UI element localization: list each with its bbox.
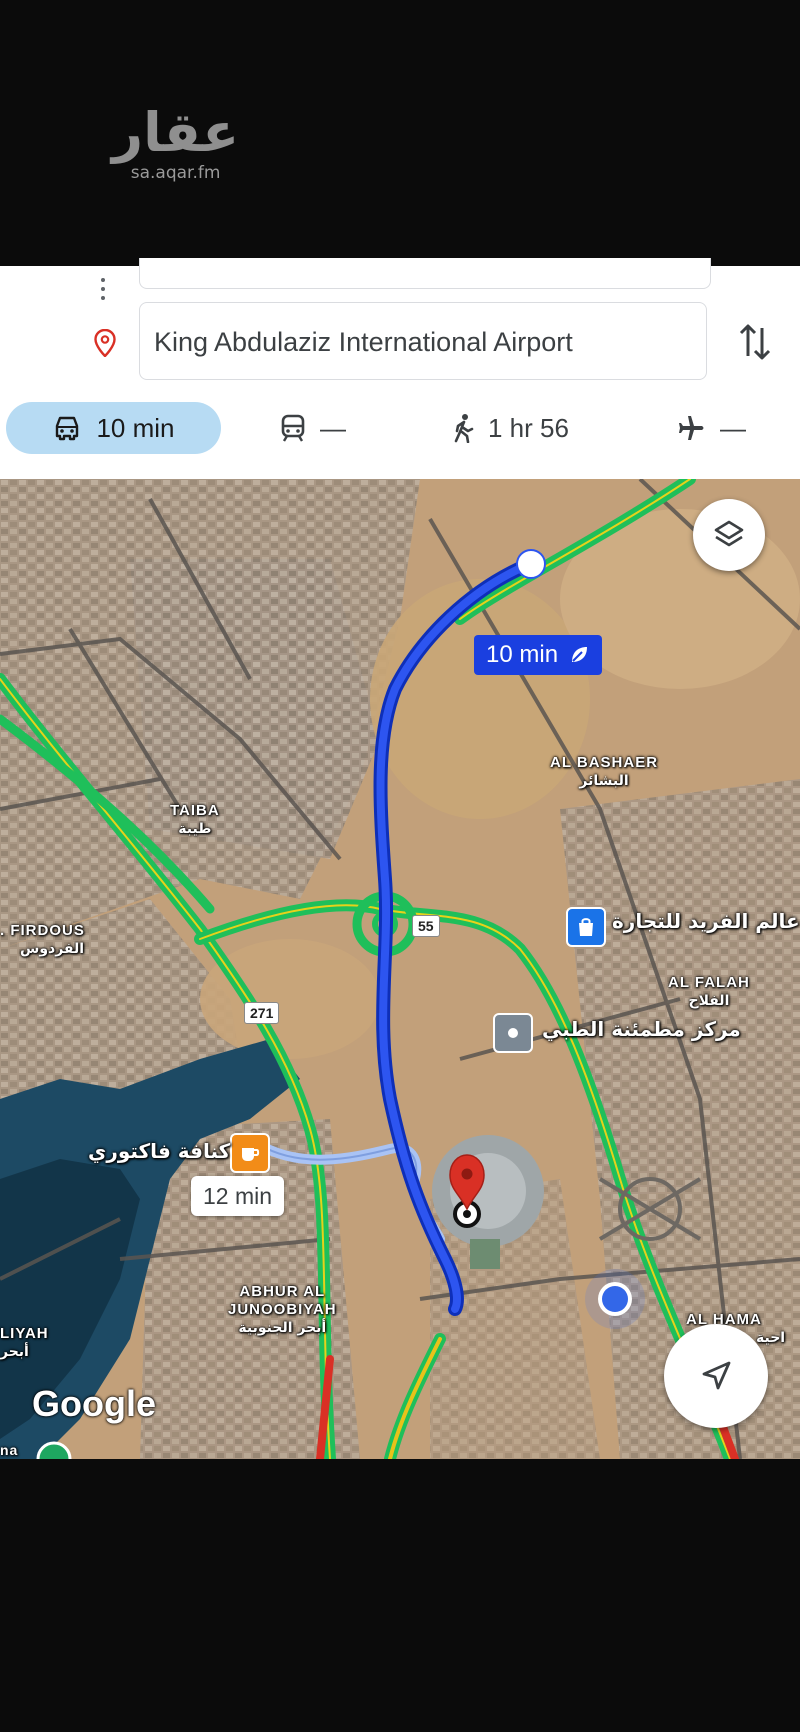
label-liyah-en: LIYAH xyxy=(0,1325,49,1342)
route-time-text: 10 min xyxy=(486,641,559,668)
label-al-falah-en: AL FALAH xyxy=(668,974,750,991)
dot-icon xyxy=(508,1028,518,1038)
aqar-watermark: عقار sa.aqar.fm xyxy=(112,101,240,184)
top-black-band: عقار sa.aqar.fm xyxy=(0,0,800,266)
label-al-bashaer-en: AL BASHAER xyxy=(550,754,659,771)
label-liyah: LIYAH أبحر xyxy=(0,1325,49,1361)
bottom-black-band xyxy=(0,1459,800,1732)
label-firdous-en: . FIRDOUS xyxy=(0,922,85,939)
plane-icon xyxy=(679,416,704,440)
satellite-map-base xyxy=(0,479,800,1459)
destination-input[interactable]: King Abdulaziz International Airport xyxy=(139,302,707,380)
mode-drive-button[interactable]: 10 min xyxy=(6,402,221,454)
alt-route-time-text: 12 min xyxy=(203,1183,273,1209)
mode-flight-button[interactable]: — xyxy=(678,402,746,454)
label-bottom-left: na xyxy=(0,1442,19,1458)
watermark-brand: عقار xyxy=(112,101,240,164)
medical-poi-label[interactable]: مركز مطمئنة الطبي xyxy=(542,1017,741,1041)
label-firdous-ar: الفردوس xyxy=(20,941,85,957)
label-al-bashaer-ar: البشائر xyxy=(579,773,629,789)
eco-leaf-icon xyxy=(572,647,588,662)
mode-transit-label: — xyxy=(320,412,346,443)
layers-icon xyxy=(714,520,744,547)
coffee-cup-icon xyxy=(242,1148,260,1161)
shop-poi-marker[interactable] xyxy=(566,907,606,947)
mode-walk-button[interactable]: 1 hr 56 xyxy=(452,402,569,454)
car-icon xyxy=(56,416,79,441)
label-firdous: . FIRDOUS الفردوس xyxy=(0,922,85,958)
label-liyah-ar: أبحر xyxy=(0,1344,29,1360)
swap-icon[interactable] xyxy=(738,322,772,367)
cafe-poi-label[interactable]: كنافة فاكتوري xyxy=(88,1139,230,1163)
label-al-falah-ar: الفلاح xyxy=(688,993,730,1009)
road-shield-271: 271 xyxy=(244,1002,280,1024)
navigation-arrow-icon xyxy=(702,1361,731,1390)
label-abhur-en-2: JUNOOBIYAH xyxy=(228,1301,337,1318)
cafe-poi-marker[interactable] xyxy=(230,1133,270,1173)
destination-pin-icon xyxy=(94,328,116,362)
label-al-falah: AL FALAH الفلاح xyxy=(668,974,750,1010)
recenter-button[interactable] xyxy=(664,1324,768,1428)
route-dots-icon xyxy=(100,278,106,305)
mode-walk-label: 1 hr 56 xyxy=(488,412,569,443)
mode-drive-label: 10 min xyxy=(96,412,175,443)
google-attribution: Google xyxy=(32,1383,156,1424)
mode-flight-label: — xyxy=(720,412,746,443)
medical-poi-marker[interactable] xyxy=(493,1013,533,1053)
route-time-badge[interactable]: 10 min xyxy=(474,635,603,675)
label-taiba-en: TAIBA xyxy=(170,802,220,819)
directions-panel: King Abdulaziz International Airport 10 … xyxy=(0,258,800,479)
mode-transit-button[interactable]: — xyxy=(280,402,346,454)
origin-input[interactable] xyxy=(139,258,711,289)
walk-icon xyxy=(454,414,474,443)
train-icon xyxy=(281,414,305,442)
destination-text: King Abdulaziz International Airport xyxy=(154,327,573,357)
road-shield-55: 55 xyxy=(412,915,440,937)
travel-mode-bar: 10 min — 1 hr 56 — xyxy=(0,402,800,462)
map-view[interactable]: 10 min 12 min AL BASHAER البشائر TAIBA ط… xyxy=(0,479,800,1459)
shop-poi-label[interactable]: عالم الفريد للتجارة xyxy=(612,909,800,933)
alt-route-time-badge[interactable]: 12 min xyxy=(191,1176,285,1216)
label-taiba-ar: طيبة xyxy=(178,821,212,837)
label-abhur-al-junoobiyah: ABHUR AL JUNOOBIYAH أبحر الجنوبية xyxy=(228,1283,337,1337)
layers-button[interactable] xyxy=(693,499,765,571)
shopping-bag-icon xyxy=(579,918,593,936)
label-taiba: TAIBA طيبة xyxy=(170,802,220,838)
label-abhur-ar: أبحر الجنوبية xyxy=(238,1320,327,1336)
watermark-url: sa.aqar.fm xyxy=(130,163,221,183)
label-abhur-en-1: ABHUR AL xyxy=(239,1283,326,1300)
label-al-bashaer: AL BASHAER البشائر xyxy=(550,754,658,790)
